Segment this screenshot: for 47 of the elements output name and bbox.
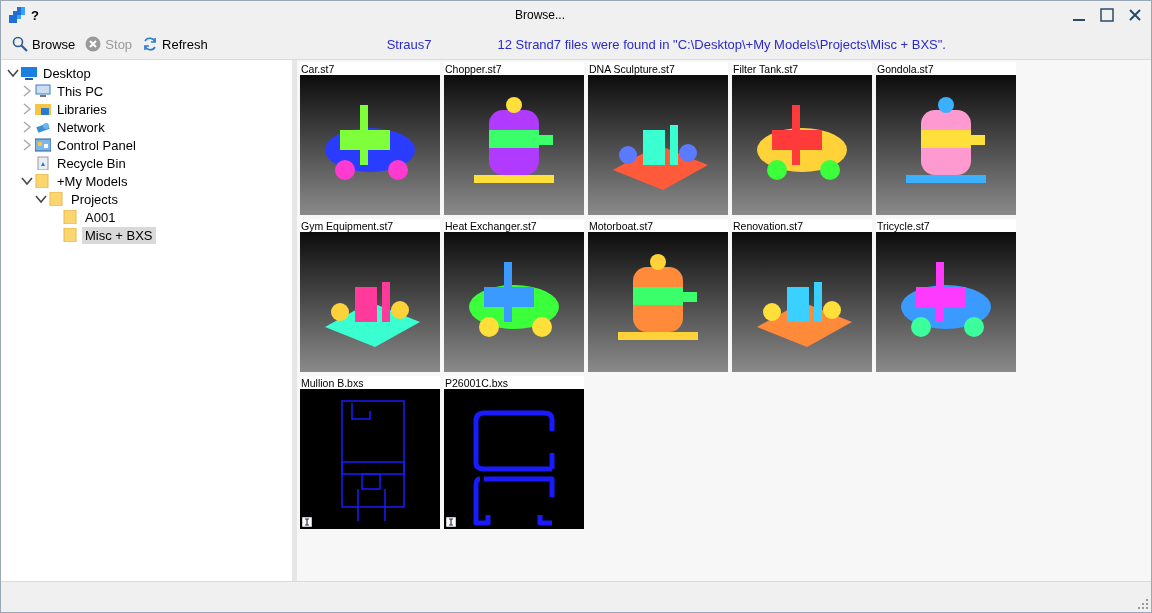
- refresh-icon: [142, 36, 159, 52]
- monitor-icon: [35, 84, 51, 98]
- folder-icon: [35, 174, 51, 188]
- tree-item[interactable]: +My Models: [54, 172, 131, 190]
- tree-item[interactable]: Recycle Bin: [54, 154, 129, 172]
- desktop-icon: [21, 66, 37, 80]
- file-name[interactable]: Car.st7: [300, 62, 440, 75]
- tree-item[interactable]: Misc + BXS: [82, 226, 156, 244]
- stop-icon: [85, 36, 102, 52]
- search-icon: [12, 36, 28, 52]
- file-name[interactable]: Mullion B.bxs: [300, 376, 440, 389]
- control-panel-icon: [35, 138, 51, 152]
- tree-item[interactable]: Network: [54, 118, 108, 136]
- status-message: 12 Strand7 files were found in "C:\Desktop\+My Models\Projects\Misc + BXS".: [497, 36, 946, 52]
- file-name[interactable]: Gondola.st7: [876, 62, 1016, 75]
- tree-item[interactable]: Desktop: [40, 64, 94, 82]
- window-title: Browse...: [514, 8, 565, 22]
- folder-icon: [63, 228, 79, 242]
- refresh-button[interactable]: Refresh: [139, 34, 211, 54]
- folder-icon: [49, 192, 65, 206]
- file-name[interactable]: Chopper.st7: [444, 62, 584, 75]
- app-mark: ?: [31, 7, 39, 23]
- file-name[interactable]: Filter Tank.st7: [732, 62, 872, 75]
- tree-item[interactable]: A001: [82, 208, 119, 226]
- library-folder-icon: [35, 102, 51, 116]
- program-name: Straus7: [386, 36, 432, 52]
- app-icon: [9, 7, 25, 23]
- maximize-icon[interactable]: [1100, 8, 1114, 22]
- file-name[interactable]: Gym Equipment.st7: [300, 219, 440, 232]
- file-name[interactable]: Motorboat.st7: [588, 219, 728, 232]
- file-name[interactable]: DNA Sculpture.st7: [588, 62, 728, 75]
- section-badge-icon: [446, 517, 456, 527]
- file-name[interactable]: Renovation.st7: [732, 219, 872, 232]
- tree-item[interactable]: Control Panel: [54, 136, 139, 154]
- folder-icon: [63, 210, 79, 224]
- tree-item[interactable]: Projects: [68, 190, 121, 208]
- section-badge-icon: [302, 517, 312, 527]
- close-icon[interactable]: [1128, 8, 1142, 22]
- tree-item[interactable]: Libraries: [54, 100, 110, 118]
- browse-button[interactable]: Browse: [9, 34, 79, 54]
- tree-item[interactable]: This PC: [54, 82, 107, 100]
- file-name[interactable]: P26001C.bxs: [444, 376, 584, 389]
- network-icon: [35, 120, 51, 134]
- recycle-bin-icon: [35, 156, 51, 170]
- file-name[interactable]: Tricycle.st7: [876, 219, 1016, 232]
- resize-grip-icon[interactable]: [1138, 599, 1148, 609]
- file-name[interactable]: Heat Exchanger.st7: [444, 219, 584, 232]
